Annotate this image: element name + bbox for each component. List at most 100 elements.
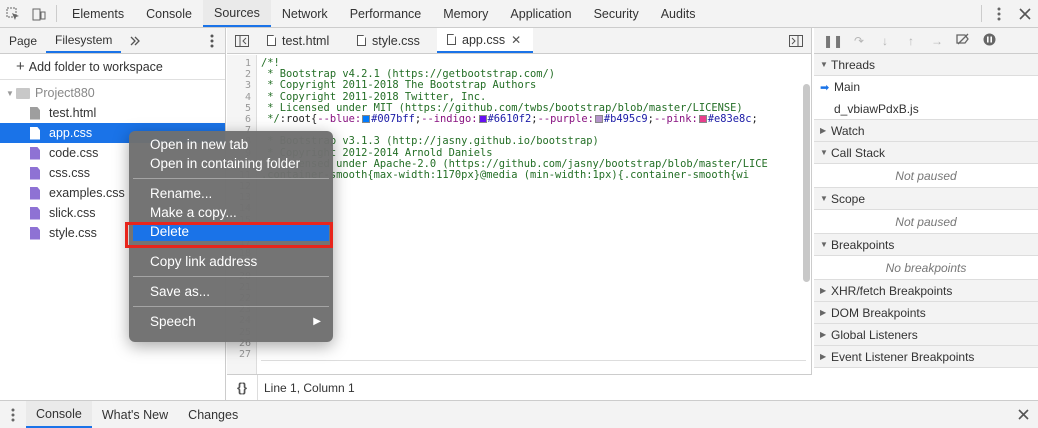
color-swatch-pink[interactable] <box>698 114 707 123</box>
thread-main[interactable]: ➡ Main <box>814 76 1038 98</box>
code-line: * Licensed under Apache-2.0 (https://git… <box>261 158 768 170</box>
caret-down-icon: ▼ <box>820 148 828 157</box>
tab-network[interactable]: Network <box>271 0 339 27</box>
tab-application[interactable]: Application <box>499 0 582 27</box>
menu-item-label: Speech <box>150 314 196 329</box>
editor-tab-label: app.css <box>462 32 506 47</box>
close-drawer-icon[interactable] <box>1008 401 1038 428</box>
section-threads[interactable]: ▼ Threads <box>814 54 1038 76</box>
section-watch[interactable]: ▶ Watch <box>814 120 1038 142</box>
tab-security[interactable]: Security <box>583 0 650 27</box>
caret-right-icon: ▶ <box>820 126 827 135</box>
kebab-menu-icon[interactable] <box>986 0 1012 27</box>
menu-item-delete[interactable]: Delete <box>133 222 329 241</box>
line-number: 2 <box>244 69 251 81</box>
css-file-icon <box>30 186 40 200</box>
section-event-listener-breakpoints[interactable]: ▶ Event Listener Breakpoints <box>814 346 1038 368</box>
code-line: * Bootstrap v3.1.3 (http://jasny.github.… <box>261 136 599 148</box>
file-icon <box>30 106 40 120</box>
color-swatch-blue[interactable] <box>362 114 371 123</box>
editor-tab-style-css[interactable]: style.css <box>347 28 437 53</box>
thread-worker[interactable]: d_vbiawPdxB.js <box>814 98 1038 120</box>
section-title: Scope <box>831 191 866 206</box>
folder-project[interactable]: ▼ Project880 <box>0 83 225 103</box>
document-icon <box>267 35 276 46</box>
folder-label: Project880 <box>35 86 95 100</box>
toggle-debugger-icon[interactable] <box>781 28 811 53</box>
submenu-arrow-icon: ▶ <box>313 316 321 327</box>
document-icon <box>357 35 366 46</box>
close-tab-icon[interactable]: ✕ <box>511 33 521 47</box>
tab-sources[interactable]: Sources <box>202 0 271 27</box>
tab-audits[interactable]: Audits <box>650 0 707 27</box>
menu-item-open-new-tab[interactable]: Open in new tab <box>129 135 333 154</box>
editor-tab-app-css[interactable]: app.css ✕ <box>437 28 534 53</box>
context-menu: Open in new tab Open in containing folde… <box>129 131 333 342</box>
device-toolbar-icon[interactable] <box>26 0 52 27</box>
code-line: * Copyright 2012-2014 Arnold Daniels <box>261 147 493 159</box>
menu-item-copy-link-address[interactable]: Copy link address <box>129 252 333 271</box>
tab-elements[interactable]: Elements <box>61 0 135 27</box>
step-into-icon[interactable]: ↓ <box>872 34 898 48</box>
file-label: test.html <box>49 106 97 120</box>
section-call-stack[interactable]: ▼ Call Stack <box>814 142 1038 164</box>
line-number: 1 <box>244 58 251 69</box>
vertical-scrollbar[interactable] <box>803 84 810 282</box>
section-global-listeners[interactable]: ▶ Global Listeners <box>814 324 1038 346</box>
pause-on-exceptions-icon[interactable] <box>976 33 1002 49</box>
section-scope[interactable]: ▼ Scope <box>814 188 1038 210</box>
debugger-sidebar: ❚❚ ↷ ↓ ↑ → ▼ Threads ➡ Main d_vbiawPdxB.… <box>814 28 1038 400</box>
section-dom-breakpoints[interactable]: ▶ DOM Breakpoints <box>814 302 1038 324</box>
tab-filesystem[interactable]: Filesystem <box>46 28 122 53</box>
section-breakpoints[interactable]: ▼ Breakpoints <box>814 234 1038 256</box>
css-var-value: #e83e8c <box>707 113 752 125</box>
code-lines: /*! * Bootstrap v4.2.1 (https://getboots… <box>261 58 798 181</box>
menu-item-open-containing-folder[interactable]: Open in containing folder <box>129 154 333 173</box>
close-devtools-icon[interactable] <box>1012 0 1038 27</box>
file-label: examples.css <box>49 186 125 200</box>
debugger-toolbar: ❚❚ ↷ ↓ ↑ → <box>814 28 1038 54</box>
drawer-tab-console[interactable]: Console <box>26 401 92 428</box>
color-swatch-indigo[interactable] <box>478 114 487 123</box>
tab-memory[interactable]: Memory <box>432 0 499 27</box>
tab-console[interactable]: Console <box>135 0 203 27</box>
code-line: /*! <box>261 58 280 69</box>
inspect-element-icon[interactable] <box>0 0 26 27</box>
horizontal-scrollbar[interactable] <box>261 360 806 361</box>
caret-down-icon[interactable]: ▼ <box>6 89 16 98</box>
step-icon[interactable]: → <box>924 34 950 48</box>
menu-item-speech[interactable]: Speech ▶ <box>129 312 333 331</box>
code-token: */ <box>261 113 280 125</box>
drawer-tab-changes[interactable]: Changes <box>178 401 248 428</box>
section-title: XHR/fetch Breakpoints <box>831 283 953 298</box>
caret-down-icon: ▼ <box>820 240 828 249</box>
deactivate-breakpoints-icon[interactable] <box>950 33 976 48</box>
menu-item-save-as[interactable]: Save as... <box>129 282 333 301</box>
add-folder-button[interactable]: + Add folder to workspace <box>0 54 225 80</box>
line-number: 4 <box>244 91 251 103</box>
color-swatch-purple[interactable] <box>594 114 603 123</box>
css-var-value: #b495c9 <box>603 113 648 125</box>
drawer-tab-whats-new[interactable]: What's New <box>92 401 178 428</box>
section-xhr-breakpoints[interactable]: ▶ XHR/fetch Breakpoints <box>814 280 1038 302</box>
bottom-drawer: Console What's New Changes <box>0 400 1038 428</box>
more-tabs-icon[interactable] <box>121 28 149 53</box>
caret-right-icon: ▶ <box>820 286 827 295</box>
menu-item-make-copy[interactable]: Make a copy... <box>129 203 333 222</box>
file-item-test-html[interactable]: test.html <box>0 103 225 123</box>
css-file-icon <box>30 206 40 220</box>
tab-performance[interactable]: Performance <box>339 0 433 27</box>
toggle-navigator-icon[interactable] <box>227 28 257 53</box>
drawer-menu-icon[interactable] <box>0 401 26 428</box>
code-line: * Licensed under MIT (https://github.com… <box>261 102 743 114</box>
menu-item-rename[interactable]: Rename... <box>129 184 333 203</box>
pause-icon[interactable]: ❚❚ <box>820 34 846 48</box>
editor-tab-test-html[interactable]: test.html <box>257 28 347 53</box>
step-over-icon[interactable]: ↷ <box>846 34 872 48</box>
step-out-icon[interactable]: ↑ <box>898 34 924 48</box>
pretty-print-icon[interactable]: {} <box>227 380 257 395</box>
navigator-menu-icon[interactable] <box>199 28 225 53</box>
tab-page[interactable]: Page <box>0 28 46 53</box>
line-number: 6 <box>244 113 251 125</box>
